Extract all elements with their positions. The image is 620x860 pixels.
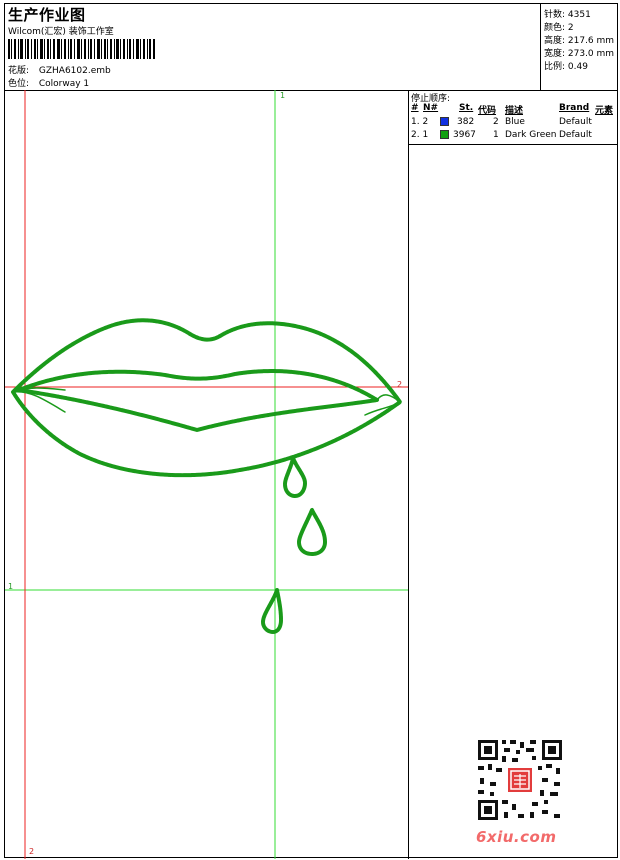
row-brand: Default: [559, 130, 592, 140]
stats-box: 针数: 4351 颜色: 2 高度: 217.6 mm 宽度: 273.0 mm…: [540, 4, 618, 90]
row-stitches: 382: [457, 117, 475, 127]
lips-mouth-line: [17, 369, 379, 432]
stop-sequence-panel: 停止顺序: # N# St. 代码 描述 Brand 元素 1. 2 382 2…: [409, 90, 617, 145]
pattern-label: 花版:: [8, 66, 30, 76]
guide-label-left: 1: [8, 582, 14, 591]
color-swatch-green: [440, 130, 449, 139]
row-description: Dark Green: [505, 130, 557, 140]
col-needle: N#: [423, 103, 439, 113]
row-code: 2: [493, 117, 499, 127]
embroidery-drawing: [5, 90, 408, 859]
guide-label-bottom: 2: [29, 847, 35, 856]
pattern-value: GZHA6102.emb: [38, 66, 111, 76]
stat-height: 高度: 217.6 mm: [544, 36, 615, 46]
production-sheet: 生产作业图 Wilcom(汇宏) 装饰工作室 花版: GZHA6102.emb …: [4, 3, 618, 859]
col-stitches: St.: [459, 103, 474, 113]
drip-drop-2: [297, 508, 327, 556]
colorway-line: 色位: Colorway 1: [8, 76, 89, 89]
page-title: 生产作业图: [8, 6, 86, 24]
guide-label-top: 1: [280, 91, 286, 100]
row-brand: Default: [559, 117, 592, 127]
row-code: 1: [493, 130, 499, 140]
stat-scale: 比例: 0.49: [544, 62, 588, 72]
stat-width: 宽度: 273.0 mm: [544, 49, 615, 59]
drip-drop-3: [261, 588, 283, 634]
col-hash: #: [411, 103, 419, 113]
qr-code: [476, 738, 564, 822]
stat-stitches: 针数: 4351: [544, 10, 591, 20]
stat-colors: 颜色: 2: [544, 23, 574, 33]
row-description: Blue: [505, 117, 525, 127]
col-element: 元素: [595, 106, 614, 116]
row-stitches: 3967: [453, 130, 476, 140]
col-description: 描述: [505, 106, 524, 116]
design-canvas: 1 2 1 2: [5, 90, 409, 859]
watermark-logo: 6xiu.com: [476, 828, 557, 846]
drip-drop-1: [283, 456, 307, 498]
barcode: [8, 39, 155, 59]
color-swatch-blue: [440, 117, 449, 126]
colorway-label: 色位:: [8, 79, 30, 89]
row-index: 1. 2: [411, 117, 429, 127]
row-index: 2. 1: [411, 130, 429, 140]
colorway-value: Colorway 1: [38, 79, 90, 89]
pattern-line: 花版: GZHA6102.emb: [8, 63, 111, 76]
studio-subtitle: Wilcom(汇宏) 装饰工作室: [8, 27, 114, 37]
guide-label-right: 2: [397, 380, 403, 389]
col-brand: Brand: [559, 103, 590, 113]
col-code: 代码: [478, 106, 497, 116]
